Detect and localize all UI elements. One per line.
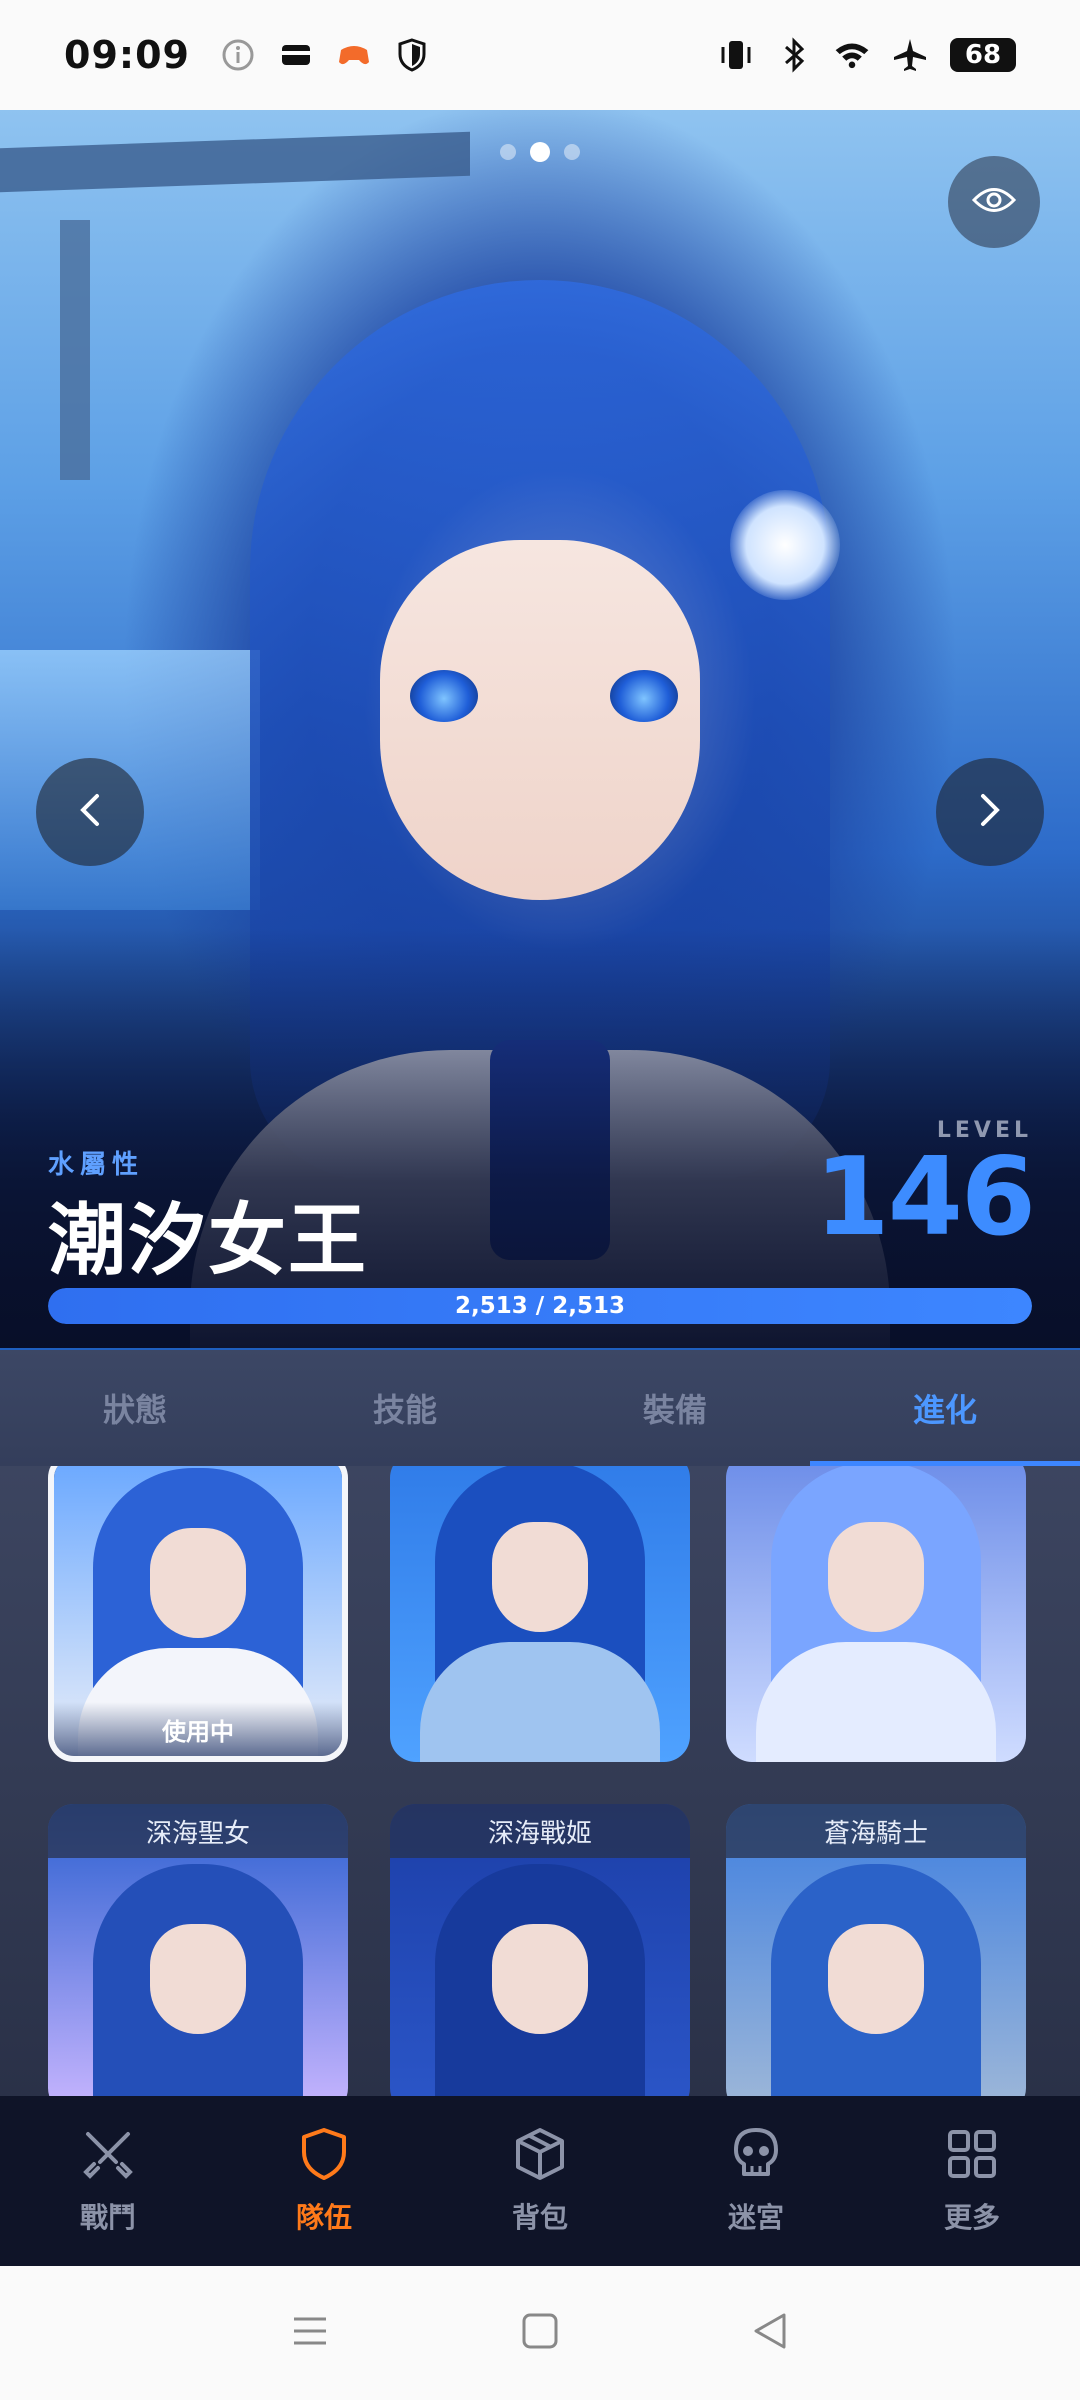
skin-figure-face: [828, 1924, 924, 2034]
nav-label: 隊伍: [295, 2201, 352, 2234]
tab-evolution[interactable]: 進化: [810, 1350, 1080, 1466]
status-bar: 09:09 68: [0, 0, 1080, 110]
nav-more[interactable]: 更多: [864, 2096, 1080, 2266]
skin-card[interactable]: 蒼海騎士: [726, 1804, 1026, 2096]
toggle-view-button[interactable]: [948, 156, 1040, 248]
battery-indicator: 68: [950, 38, 1016, 72]
level-value: 146: [814, 1135, 1036, 1260]
menu-icon[interactable]: [290, 2313, 330, 2353]
skin-card[interactable]: [390, 1466, 690, 1762]
box-icon: [512, 2126, 568, 2186]
nav-label: 戰鬥: [79, 2201, 136, 2234]
wallet-icon: [278, 37, 314, 73]
skin-figure-face: [492, 1522, 588, 1632]
carousel-dots: [0, 142, 1080, 162]
skin-figure-face: [150, 1528, 246, 1638]
status-left-icons: [220, 37, 430, 73]
carousel-dot[interactable]: [500, 144, 516, 160]
skin-card[interactable]: [726, 1466, 1026, 1762]
character-name: 潮汐女王: [48, 1196, 369, 1286]
bluetooth-icon: [776, 37, 812, 73]
eye-icon: [971, 185, 1017, 219]
skin-title: 蒼海騎士: [726, 1804, 1026, 1858]
tab-label: 進化: [912, 1391, 977, 1429]
character-tabs: 狀態 技能 裝備 進化: [0, 1348, 1080, 1466]
status-right-icons: 68: [718, 37, 1016, 73]
character-eye-right: [610, 670, 678, 722]
skin-card[interactable]: 深海戰姬: [390, 1804, 690, 2096]
nav-label: 背包: [511, 2201, 568, 2234]
wifi-icon: [834, 37, 870, 73]
tab-label: 狀態: [102, 1391, 167, 1429]
element-label: 水屬性: [48, 1150, 145, 1180]
character-hair-flower: [730, 490, 840, 600]
nav-battle[interactable]: 戰鬥: [0, 2096, 216, 2266]
tab-label: 技能: [372, 1391, 437, 1429]
hero-background-gate: [0, 131, 470, 193]
skin-card[interactable]: 深海聖女: [48, 1804, 348, 2096]
skin-title: 深海聖女: [48, 1804, 348, 1858]
chevron-right-icon: [977, 792, 1003, 832]
skin-title: 深海戰姬: [390, 1804, 690, 1858]
hero-background-pillar: [60, 220, 90, 480]
skin-image: [390, 1466, 690, 1762]
status-time: 09:09: [64, 33, 190, 77]
game-icon: [336, 37, 372, 73]
tab-equipment[interactable]: 裝備: [540, 1350, 810, 1466]
home-icon[interactable]: [520, 2311, 560, 2355]
shield-icon: [296, 2126, 352, 2186]
skull-icon: [728, 2126, 784, 2186]
skin-card[interactable]: 使用中: [48, 1466, 348, 1762]
grid-icon: [944, 2126, 1000, 2186]
bottom-navigation: 戰鬥 隊伍 背包 迷宮 更多: [0, 2096, 1080, 2266]
skin-figure-face: [150, 1924, 246, 2034]
skin-figure-body: [420, 1642, 660, 1762]
info-icon: [220, 37, 256, 73]
tab-skills[interactable]: 技能: [270, 1350, 540, 1466]
back-icon[interactable]: [750, 2311, 790, 2355]
carousel-dot[interactable]: [564, 144, 580, 160]
shield-icon: [394, 37, 430, 73]
character-hero[interactable]: 水屬性 潮汐女王 LEVEL 146 2,513 / 2,513: [0, 110, 1080, 1348]
system-navigation-bar: [0, 2266, 1080, 2400]
carousel-dot[interactable]: [530, 142, 550, 162]
previous-character-button[interactable]: [36, 758, 144, 866]
skin-image: [726, 1466, 1026, 1762]
nav-labyrinth[interactable]: 迷宮: [648, 2096, 864, 2266]
skin-figure-body: [756, 1642, 996, 1762]
nav-team[interactable]: 隊伍: [216, 2096, 432, 2266]
character-eye-left: [410, 670, 478, 722]
swords-icon: [80, 2126, 136, 2186]
vibrate-icon: [718, 37, 754, 73]
hp-text: 2,513 / 2,513: [455, 1293, 625, 1319]
airplane-icon: [892, 37, 928, 73]
skin-grid: 使用中 深海聖女 深海戰姬 蒼海騎士: [0, 1466, 1080, 2096]
tab-label: 裝備: [642, 1391, 707, 1429]
tab-status[interactable]: 狀態: [0, 1350, 270, 1466]
hp-bar: 2,513 / 2,513: [48, 1288, 1032, 1324]
nav-inventory[interactable]: 背包: [432, 2096, 648, 2266]
skin-figure-face: [492, 1924, 588, 2034]
nav-label: 迷宮: [727, 2201, 784, 2234]
skin-figure-face: [828, 1522, 924, 1632]
next-character-button[interactable]: [936, 758, 1044, 866]
chevron-left-icon: [77, 792, 103, 832]
nav-label: 更多: [943, 2201, 1000, 2234]
in-use-badge: 使用中: [54, 1702, 342, 1756]
